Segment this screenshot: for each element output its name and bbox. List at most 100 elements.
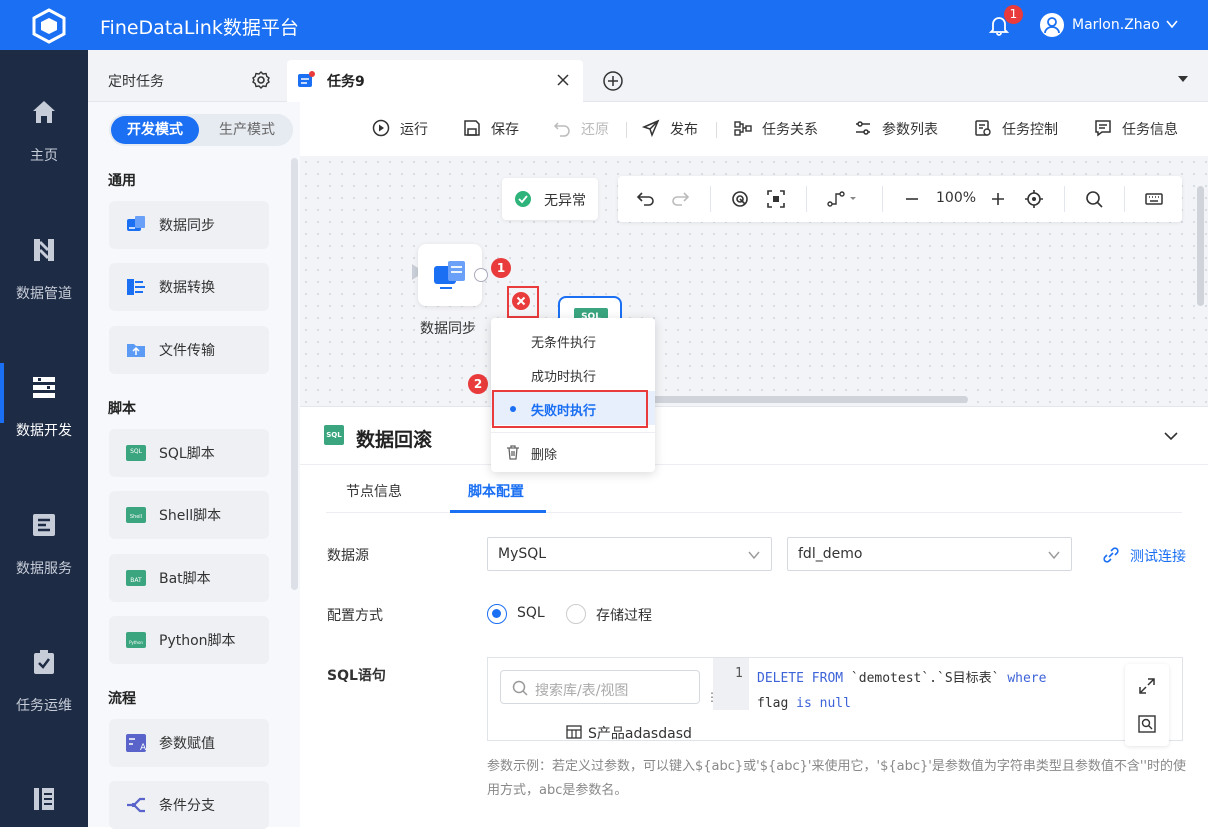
locate-icon[interactable] xyxy=(1024,189,1044,209)
data-sync-icon xyxy=(127,216,145,231)
task-relation-label: 任务关系 xyxy=(762,122,818,138)
config-mode-label: 配置方式 xyxy=(327,608,383,624)
nav-item-dev[interactable]: 数据开发 xyxy=(0,363,88,493)
palette-scrollbar[interactable] xyxy=(291,158,298,590)
chevron-down-icon[interactable] xyxy=(1165,17,1179,31)
mode-dev-button[interactable]: 开发模式 xyxy=(111,116,199,144)
tab-script-config[interactable]: 脚本配置 xyxy=(468,481,524,501)
restore-label: 还原 xyxy=(581,122,609,138)
canvas-h-scrollbar[interactable] xyxy=(648,396,968,403)
nav-item-more[interactable] xyxy=(0,785,88,827)
save-label: 保存 xyxy=(491,122,519,138)
test-connection-link[interactable]: 测试连接 xyxy=(1102,544,1202,566)
python-icon: Python xyxy=(126,632,146,648)
auto-layout-icon[interactable] xyxy=(730,189,750,209)
chevron-down-icon[interactable] xyxy=(1162,427,1180,445)
palette-item-param-assign[interactable]: A 参数赋值 xyxy=(109,719,269,767)
add-tab-icon[interactable] xyxy=(602,70,624,92)
svg-text:SQL: SQL xyxy=(130,448,143,455)
logo-icon[interactable] xyxy=(30,8,68,44)
active-tab-indicator xyxy=(450,510,546,513)
palette-item-shell-script[interactable]: Shell Shell脚本 xyxy=(109,491,269,539)
zoom-in-icon[interactable] xyxy=(988,189,1008,209)
tab-scheduled-tasks[interactable]: 定时任务 xyxy=(88,50,286,102)
section-title-script: 脚本 xyxy=(108,401,136,417)
node-data-sync[interactable] xyxy=(418,244,482,306)
code-line: flag is null xyxy=(757,691,1137,716)
param-assign-icon: A xyxy=(126,734,147,753)
menu-item-on-success[interactable]: 成功时执行 xyxy=(491,357,655,391)
step-marker-2: 2 xyxy=(468,374,488,394)
palette-item-python-script[interactable]: Python Python脚本 xyxy=(109,616,269,664)
format-icon[interactable] xyxy=(1137,714,1157,734)
user-name[interactable]: Marlon.Zhao xyxy=(1072,17,1160,33)
close-icon[interactable] xyxy=(555,72,571,88)
code-token: DELETE FROM xyxy=(757,671,844,686)
nav-item-home[interactable]: 主页 xyxy=(0,98,88,218)
close-circle-icon[interactable] xyxy=(510,290,532,312)
user-avatar-icon[interactable] xyxy=(1040,13,1064,37)
code-token: flag xyxy=(757,696,797,711)
tab-overflow-icon[interactable] xyxy=(1178,76,1188,82)
nav-label: 数据开发 xyxy=(16,423,72,439)
keyboard-icon[interactable] xyxy=(1144,189,1164,209)
menu-divider xyxy=(491,432,655,433)
fit-view-icon[interactable] xyxy=(766,189,786,209)
palette-item-sql-script[interactable]: SQL SQL脚本 xyxy=(109,429,269,477)
line-number: 1 xyxy=(735,666,743,681)
data-sync-icon xyxy=(434,261,465,289)
canvas-v-scrollbar[interactable] xyxy=(1197,186,1204,306)
code-token: is null xyxy=(796,696,851,711)
menu-item-label: 无条件执行 xyxy=(531,336,597,351)
nav-item-service[interactable]: 数据服务 xyxy=(0,511,88,631)
left-nav: 主页 数据管道 数据开发 数据服务 任务运维 xyxy=(0,50,88,827)
code-token: `demotest`.`S目标表` xyxy=(843,671,1008,686)
tab-task9[interactable]: 任务9 xyxy=(287,60,583,102)
redo-icon[interactable] xyxy=(670,189,690,209)
bat-icon: BAT xyxy=(126,570,146,586)
code-line: DELETE FROM `demotest`.`S目标表` where xyxy=(757,666,1137,691)
palette-item-bat-script[interactable]: BAT Bat脚本 xyxy=(109,554,269,602)
radio-stored-proc[interactable] xyxy=(566,604,586,624)
node-output-port[interactable] xyxy=(474,268,488,282)
radio-sql-label: SQL xyxy=(517,605,545,621)
tab-node-info[interactable]: 节点信息 xyxy=(346,481,402,501)
nav-label: 数据管道 xyxy=(16,286,72,302)
zoom-out-icon[interactable] xyxy=(902,189,922,209)
expand-icon[interactable] xyxy=(1137,676,1157,696)
code-area[interactable]: DELETE FROM `demotest`.`S目标表` where flag… xyxy=(757,666,1137,716)
dag-canvas[interactable]: 无异常 100% 数据同步 SQL 1 2 ⁝⁝⁝ xyxy=(300,156,1208,417)
param-list-label: 参数列表 xyxy=(882,122,938,138)
connector-style-icon[interactable] xyxy=(826,189,860,209)
tree-item-table[interactable]: S产品adasdasd xyxy=(566,722,706,742)
nav-item-ops[interactable]: 任务运维 xyxy=(0,648,88,768)
gear-icon[interactable] xyxy=(251,70,271,90)
svg-text:Python: Python xyxy=(129,640,143,645)
datasource-type-select[interactable]: MySQL xyxy=(487,537,772,571)
mode-prod-button[interactable]: 生产模式 xyxy=(205,116,289,144)
menu-item-delete[interactable]: 删除 xyxy=(491,435,655,469)
palette-item-file-transfer[interactable]: 文件传输 xyxy=(109,326,269,374)
search-icon[interactable] xyxy=(1084,189,1104,209)
palette-item-condition-branch[interactable]: 条件分支 xyxy=(109,781,269,829)
undo-icon[interactable] xyxy=(636,189,656,209)
nav-item-pipeline[interactable]: 数据管道 xyxy=(0,236,88,356)
link-icon xyxy=(1103,547,1119,563)
task-info-label: 任务信息 xyxy=(1122,122,1178,138)
datasource-db-select[interactable]: fdl_demo xyxy=(787,537,1072,571)
schema-search-input[interactable]: 搜索库/表/视图 xyxy=(500,670,700,704)
step-marker-1: 1 xyxy=(491,258,511,278)
select-value: MySQL xyxy=(498,546,547,562)
tab-label: 任务9 xyxy=(327,74,365,90)
palette-item-label: 数据同步 xyxy=(159,218,215,234)
search-icon xyxy=(512,680,528,696)
palette-item-data-sync[interactable]: 数据同步 xyxy=(109,201,269,249)
sliders-icon xyxy=(856,121,870,135)
radio-sql[interactable] xyxy=(487,604,507,624)
node-palette: 开发模式 生产模式 通用 数据同步 数据转换 文件传输 脚本 SQL SQL脚本… xyxy=(88,102,300,829)
menu-item-unconditional[interactable]: 无条件执行 xyxy=(491,323,655,357)
tools-divider xyxy=(1064,186,1065,212)
notification-badge: 1 xyxy=(1004,5,1023,24)
document-icon xyxy=(34,788,54,810)
palette-item-data-transform[interactable]: 数据转换 xyxy=(109,263,269,311)
